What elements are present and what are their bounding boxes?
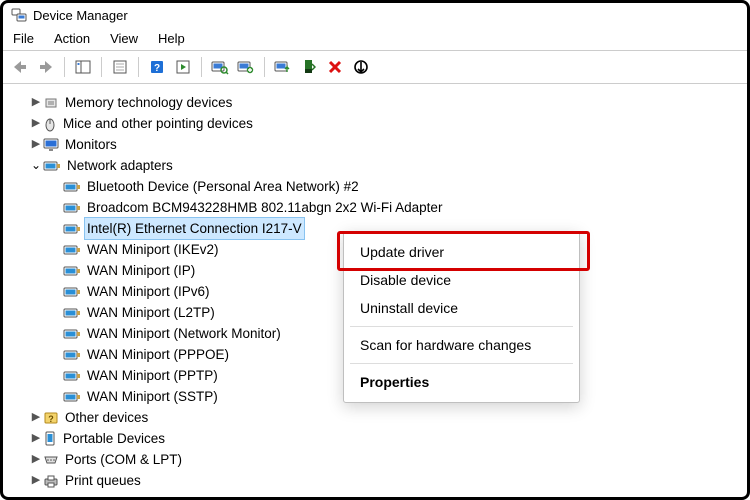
show-hide-tree-button[interactable] — [72, 56, 94, 78]
tree-label: WAN Miniport (SSTP) — [85, 386, 220, 407]
scan-hardware-button[interactable] — [209, 56, 231, 78]
chevron-down-icon: ⌄ — [29, 155, 43, 176]
unknown-device-icon: ? — [43, 411, 59, 425]
chevron-right-icon: ▶ — [29, 428, 43, 449]
tree-label: Bluetooth Device (Personal Area Network)… — [85, 176, 361, 197]
toolbar-separator — [101, 57, 102, 77]
context-menu: Update driver Disable device Uninstall d… — [343, 231, 580, 403]
network-adapter-icon — [63, 327, 81, 341]
network-adapter-icon — [63, 201, 81, 215]
ctx-scan-hardware[interactable]: Scan for hardware changes — [344, 331, 579, 359]
properties-button[interactable] — [109, 56, 131, 78]
menubar: File Action View Help — [3, 27, 747, 50]
disable-device-button[interactable] — [350, 56, 372, 78]
tree-label: WAN Miniport (IP) — [85, 260, 197, 281]
tree-label: Network adapters — [65, 155, 175, 176]
menu-file[interactable]: File — [13, 31, 34, 46]
portable-device-icon — [43, 431, 57, 447]
mouse-icon — [43, 116, 57, 132]
network-adapter-icon — [63, 243, 81, 257]
tree-label: WAN Miniport (IPv6) — [85, 281, 212, 302]
svg-text:?: ? — [154, 63, 160, 74]
menu-view[interactable]: View — [110, 31, 138, 46]
menu-action[interactable]: Action — [54, 31, 90, 46]
tree-label: Portable Devices — [61, 428, 167, 449]
printer-icon — [43, 474, 59, 488]
uninstall-device-button[interactable] — [324, 56, 346, 78]
back-button[interactable] — [9, 56, 31, 78]
tree-item-memory-tech[interactable]: ▶ Memory technology devices — [9, 92, 741, 113]
tree-label: WAN Miniport (L2TP) — [85, 302, 217, 323]
tree-label: Other devices — [63, 407, 150, 428]
toolbar-separator — [138, 57, 139, 77]
port-icon — [43, 453, 59, 467]
tree-item-portable-devices[interactable]: ▶ Portable Devices — [9, 428, 741, 449]
tree-item-mice[interactable]: ▶ Mice and other pointing devices — [9, 113, 741, 134]
ctx-uninstall-device[interactable]: Uninstall device — [344, 294, 579, 322]
menu-help[interactable]: Help — [158, 31, 185, 46]
tree-item-bluetooth[interactable]: Bluetooth Device (Personal Area Network)… — [9, 176, 741, 197]
enable-device-button[interactable] — [298, 56, 320, 78]
tree-label: Broadcom BCM943228HMB 802.11abgn 2x2 Wi-… — [85, 197, 444, 218]
chevron-right-icon: ▶ — [29, 449, 43, 470]
ctx-disable-device[interactable]: Disable device — [344, 266, 579, 294]
window-frame: Device Manager File Action View Help ? — [0, 0, 750, 500]
context-separator — [350, 363, 573, 364]
tree-item-network-adapters[interactable]: ⌄ Network adapters — [9, 155, 741, 176]
network-adapter-icon — [63, 180, 81, 194]
window-title: Device Manager — [33, 8, 128, 23]
tree-label: WAN Miniport (PPTP) — [85, 365, 220, 386]
tree-label: Memory technology devices — [63, 92, 234, 113]
chevron-right-icon: ▶ — [29, 407, 43, 428]
tree-label: WAN Miniport (IKEv2) — [85, 239, 221, 260]
tree-label: Intel(R) Ethernet Connection I217-V — [85, 218, 304, 239]
add-legacy-button[interactable] — [235, 56, 257, 78]
tree-label: Monitors — [63, 134, 119, 155]
network-adapter-icon — [63, 222, 81, 236]
tree-item-broadcom[interactable]: Broadcom BCM943228HMB 802.11abgn 2x2 Wi-… — [9, 197, 741, 218]
tree-item-monitors[interactable]: ▶ Monitors — [9, 134, 741, 155]
tree-item-print-queues[interactable]: ▶ Print queues — [9, 470, 741, 491]
network-adapter-icon — [63, 348, 81, 362]
update-driver-button[interactable] — [272, 56, 294, 78]
network-adapter-icon — [63, 369, 81, 383]
action-button[interactable] — [172, 56, 194, 78]
toolbar: ? — [3, 50, 747, 84]
monitor-icon — [43, 138, 59, 152]
chip-icon — [43, 96, 59, 110]
chevron-right-icon: ▶ — [29, 113, 43, 134]
titlebar: Device Manager — [3, 3, 747, 27]
network-adapter-icon — [63, 390, 81, 404]
context-separator — [350, 326, 573, 327]
tree-item-ports[interactable]: ▶ Ports (COM & LPT) — [9, 449, 741, 470]
devmgr-icon — [11, 7, 27, 23]
chevron-right-icon: ▶ — [29, 470, 43, 491]
network-adapter-icon — [43, 159, 61, 173]
ctx-update-driver[interactable]: Update driver — [344, 238, 579, 266]
help-button[interactable]: ? — [146, 56, 168, 78]
network-adapter-icon — [63, 306, 81, 320]
tree-label: Print queues — [63, 470, 143, 491]
tree-item-other-devices[interactable]: ▶ ? Other devices — [9, 407, 741, 428]
chevron-right-icon: ▶ — [29, 92, 43, 113]
tree-label: WAN Miniport (PPPOE) — [85, 344, 231, 365]
network-adapter-icon — [63, 285, 81, 299]
ctx-properties[interactable]: Properties — [344, 368, 579, 396]
svg-text:?: ? — [48, 414, 54, 424]
forward-button[interactable] — [35, 56, 57, 78]
toolbar-separator — [201, 57, 202, 77]
tree-label: WAN Miniport (Network Monitor) — [85, 323, 283, 344]
chevron-right-icon: ▶ — [29, 134, 43, 155]
network-adapter-icon — [63, 264, 81, 278]
toolbar-separator — [64, 57, 65, 77]
tree-label: Ports (COM & LPT) — [63, 449, 184, 470]
toolbar-separator — [264, 57, 265, 77]
tree-label: Mice and other pointing devices — [61, 113, 255, 134]
